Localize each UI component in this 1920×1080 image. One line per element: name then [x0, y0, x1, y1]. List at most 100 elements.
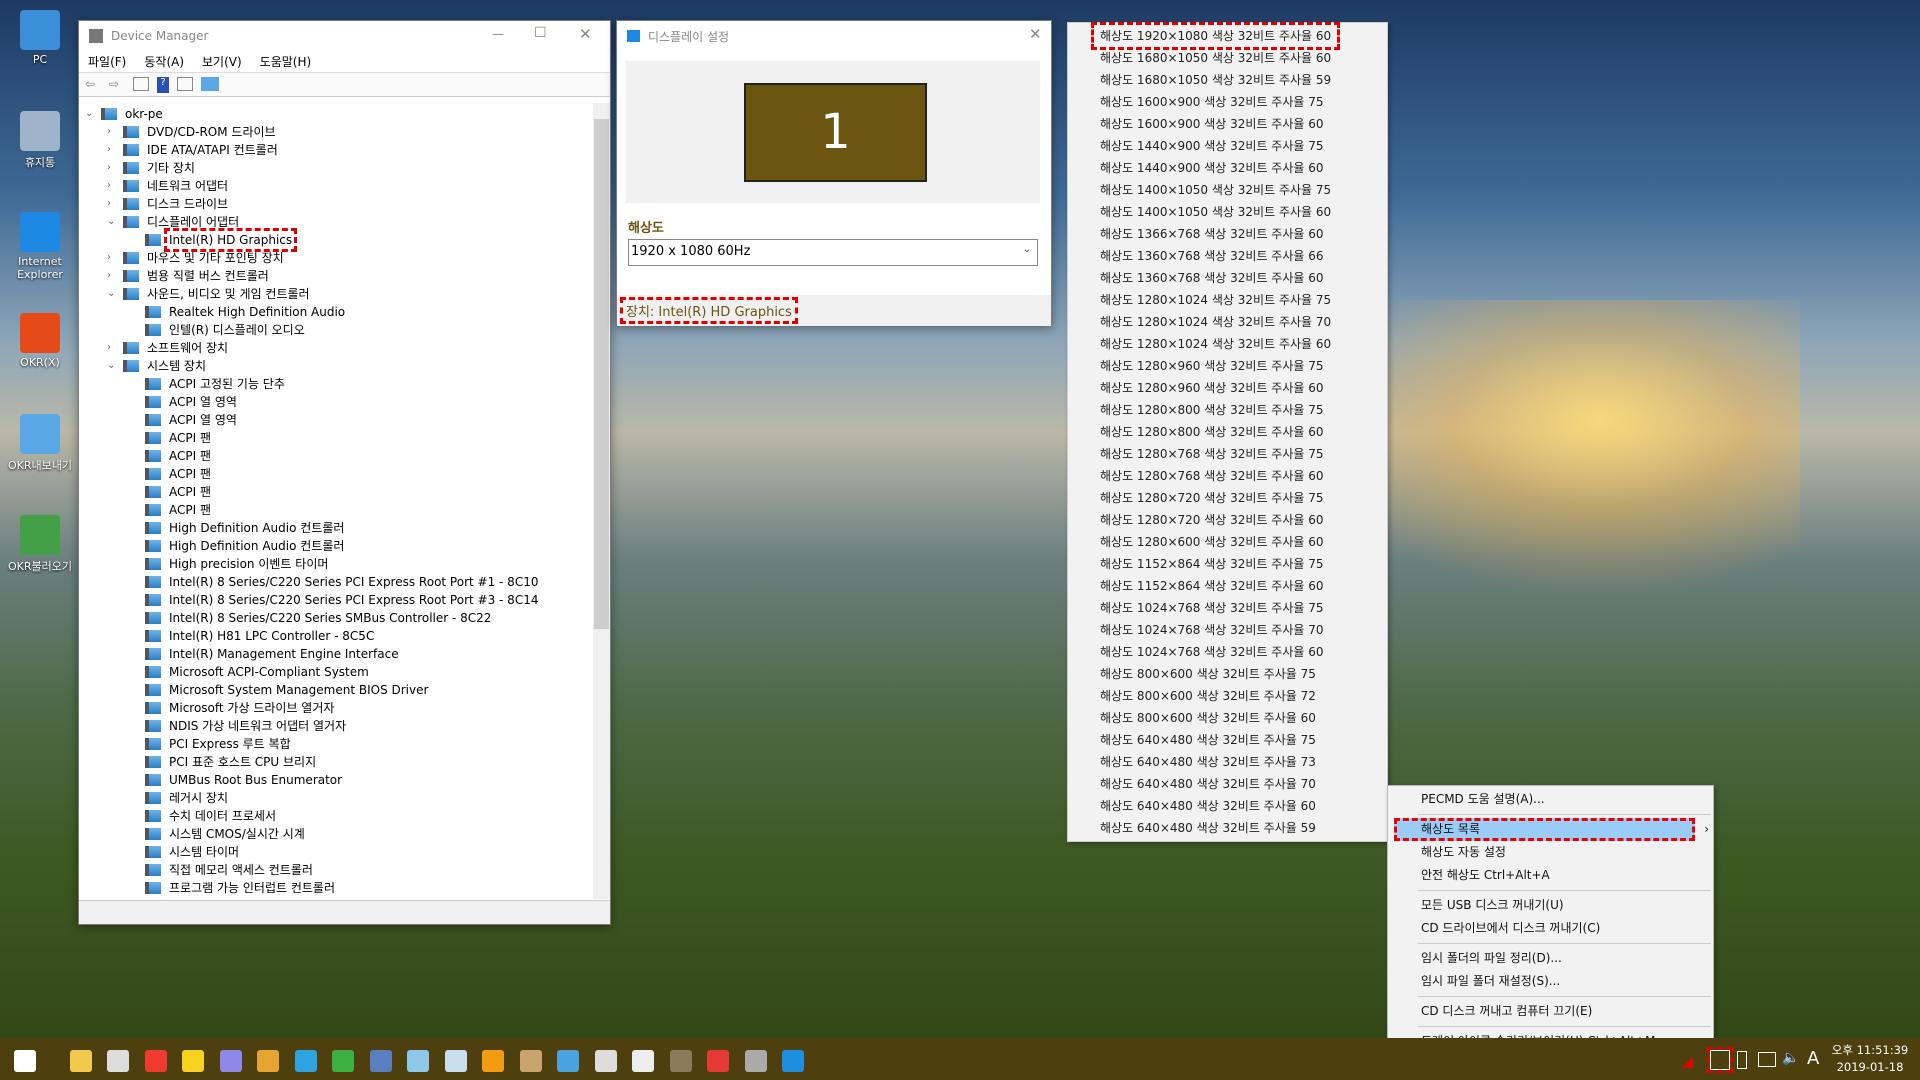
- grid-tool-icon[interactable]: [669, 1050, 692, 1072]
- context-menu-item[interactable]: 해상도 목록 ›: [1394, 818, 1709, 841]
- tree-node[interactable]: › 기타 장치: [79, 159, 589, 177]
- tree-node[interactable]: PCI Express 루트 복합: [79, 735, 589, 753]
- chevron-right-icon[interactable]: ›: [107, 195, 117, 213]
- help-icon[interactable]: ?: [157, 77, 169, 93]
- p-icon[interactable]: [482, 1050, 504, 1072]
- tree-node[interactable]: ACPI 팬: [79, 501, 589, 519]
- minimize-button[interactable]: —: [492, 27, 504, 41]
- resolution-option[interactable]: 해상도 640×480 색상 32비트 주사율 60: [1100, 795, 1316, 817]
- chevron-right-icon[interactable]: ›: [107, 249, 117, 267]
- chevron-down-icon[interactable]: ⌄: [107, 285, 117, 303]
- partition-icon[interactable]: [257, 1050, 279, 1072]
- close-button[interactable]: ✕: [579, 25, 592, 43]
- tools-icon[interactable]: [594, 1050, 617, 1072]
- tree-node[interactable]: Intel(R) H81 LPC Controller - 8C5C: [79, 627, 589, 645]
- butterfly-icon[interactable]: [294, 1050, 317, 1072]
- resolution-option[interactable]: 해상도 800×600 색상 32비트 주사율 75: [1100, 663, 1316, 685]
- desktop-icon[interactable]: OKR내보내기: [0, 414, 80, 473]
- installer-icon[interactable]: [519, 1050, 542, 1072]
- resolution-option[interactable]: 해상도 1280×768 색상 32비트 주사율 60: [1100, 465, 1324, 487]
- remote-icon[interactable]: [557, 1050, 579, 1072]
- tree-node[interactable]: Intel(R) Management Engine Interface: [79, 645, 589, 663]
- tree-node[interactable]: ACPI 팬: [79, 465, 589, 483]
- chevron-right-icon[interactable]: ›: [107, 141, 117, 159]
- resolution-option[interactable]: 해상도 1680×1050 색상 32비트 주사율 60: [1100, 47, 1331, 69]
- chevron-right-icon[interactable]: ›: [107, 267, 117, 285]
- checklist-icon[interactable]: [632, 1050, 654, 1072]
- tree-node[interactable]: › 범용 직렬 버스 컨트롤러: [79, 267, 589, 285]
- resolution-option[interactable]: 해상도 1400×1050 색상 32비트 주사율 75: [1100, 179, 1331, 201]
- desktop-icon[interactable]: OKR불러오기: [0, 515, 80, 574]
- context-menu-item[interactable]: CD 드라이브에서 디스크 꺼내기(C): [1388, 917, 1713, 940]
- menu-item[interactable]: 도움말(H): [260, 53, 312, 70]
- disk-icon[interactable]: [219, 1050, 242, 1072]
- context-menu-item[interactable]: 모든 USB 디스크 꺼내기(U): [1388, 894, 1713, 917]
- tree-node[interactable]: ⌄ 시스템 장치: [79, 357, 589, 375]
- chrome-like-icon[interactable]: [332, 1050, 354, 1072]
- tray-show-hidden-icon[interactable]: ◢: [1682, 1054, 1693, 1070]
- tray-pecmd-icon[interactable]: [1707, 1047, 1733, 1073]
- monitor-1[interactable]: 1: [744, 83, 927, 182]
- tree-node[interactable]: ⌄ 디스플레이 어댑터: [79, 213, 589, 231]
- chevron-down-icon[interactable]: ⌄: [107, 357, 117, 375]
- resolution-option[interactable]: 해상도 1280×960 색상 32비트 주사율 75: [1100, 355, 1324, 377]
- resolution-option[interactable]: 해상도 1280×720 색상 32비트 주사율 75: [1100, 487, 1324, 509]
- tree-node[interactable]: 직접 메모리 액세스 컨트롤러: [79, 861, 589, 879]
- tree-node[interactable]: UMBus Root Bus Enumerator: [79, 771, 589, 789]
- tree-node[interactable]: PCI 표준 호스트 CPU 브리지: [79, 753, 589, 771]
- tree-node[interactable]: ACPI 팬: [79, 483, 589, 501]
- forward-icon[interactable]: ⇨: [109, 77, 125, 91]
- media-icon[interactable]: [444, 1050, 467, 1072]
- context-menu-item[interactable]: 임시 폴더의 파일 정리(D)...: [1388, 947, 1713, 970]
- maximize-button[interactable]: ☐: [534, 25, 547, 41]
- resolution-option[interactable]: 해상도 1360×768 색상 32비트 주사율 60: [1100, 267, 1324, 289]
- scroll-thumb[interactable]: [594, 119, 609, 629]
- resolution-option[interactable]: 해상도 800×600 색상 32비트 주사율 60: [1100, 707, 1316, 729]
- resolution-option[interactable]: 해상도 640×480 색상 32비트 주사율 75: [1100, 729, 1316, 751]
- tree-node[interactable]: ACPI 열 영역: [79, 393, 589, 411]
- tree-node[interactable]: Intel(R) 8 Series/C220 Series PCI Expres…: [79, 573, 589, 591]
- desktop-icon[interactable]: OKR(X): [0, 313, 80, 369]
- tree-node[interactable]: Microsoft System Management BIOS Driver: [79, 681, 589, 699]
- scrollbar[interactable]: [593, 103, 610, 899]
- resolution-option[interactable]: 해상도 1280×768 색상 32비트 주사율 75: [1100, 443, 1324, 465]
- tree-node[interactable]: ACPI 열 영역: [79, 411, 589, 429]
- resolution-option[interactable]: 해상도 1280×720 색상 32비트 주사율 60: [1100, 509, 1324, 531]
- tree-node[interactable]: 시스템 CMOS/실시간 시계: [79, 825, 589, 843]
- device-manager-icon[interactable]: [744, 1050, 767, 1072]
- chevron-right-icon[interactable]: ›: [107, 339, 117, 357]
- tray-usb-icon[interactable]: [1737, 1051, 1747, 1069]
- resolution-option[interactable]: 해상도 1280×800 색상 32비트 주사율 75: [1100, 399, 1324, 421]
- context-menu-item[interactable]: PECMD 도움 설명(A)...: [1388, 788, 1713, 811]
- tree-node[interactable]: › 소프트웨어 장치: [79, 339, 589, 357]
- tray-network-icon[interactable]: [1758, 1052, 1776, 1067]
- tree-node[interactable]: Microsoft 가상 드라이브 열거자: [79, 699, 589, 717]
- tree-node[interactable]: Microsoft ACPI-Compliant System: [79, 663, 589, 681]
- resolution-option[interactable]: 해상도 1280×800 색상 32비트 주사율 60: [1100, 421, 1324, 443]
- network-tool-icon[interactable]: [369, 1050, 392, 1072]
- potplayer-icon[interactable]: [182, 1050, 204, 1072]
- tree-node[interactable]: High Definition Audio 컨트롤러: [79, 537, 589, 555]
- file-explorer-icon[interactable]: [69, 1050, 92, 1072]
- resolution-option[interactable]: 해상도 1280×960 색상 32비트 주사율 60: [1100, 377, 1324, 399]
- context-menu-item[interactable]: 안전 해상도 Ctrl+Alt+A: [1388, 864, 1713, 887]
- tree-node[interactable]: High Definition Audio 컨트롤러: [79, 519, 589, 537]
- desktop-icon[interactable]: Internet Explorer: [0, 212, 80, 281]
- tree-node[interactable]: 시스템 타이머: [79, 843, 589, 861]
- menu-item[interactable]: 동작(A): [144, 53, 184, 70]
- chevron-right-icon[interactable]: ›: [107, 159, 117, 177]
- resolution-option[interactable]: 해상도 1024×768 색상 32비트 주사율 70: [1100, 619, 1324, 641]
- tree-node[interactable]: Intel(R) 8 Series/C220 Series SMBus Cont…: [79, 609, 589, 627]
- start-icon[interactable]: [14, 1050, 36, 1072]
- tree-node[interactable]: Intel(R) 8 Series/C220 Series PCI Expres…: [79, 591, 589, 609]
- resolution-option[interactable]: 해상도 1152×864 색상 32비트 주사율 60: [1100, 575, 1324, 597]
- desktop-icon[interactable]: PC: [0, 10, 80, 66]
- tree-node[interactable]: › 마우스 및 기타 포인팅 장치: [79, 249, 589, 267]
- tree-node[interactable]: ACPI 팬: [79, 429, 589, 447]
- tree-node[interactable]: 레거시 장치: [79, 789, 589, 807]
- update-driver-icon[interactable]: [177, 77, 193, 91]
- resolution-option[interactable]: 해상도 1400×1050 색상 32비트 주사율 60: [1100, 201, 1331, 223]
- menu-item[interactable]: 보기(V): [202, 53, 242, 70]
- resolution-option[interactable]: 해상도 640×480 색상 32비트 주사율 70: [1100, 773, 1316, 795]
- tree-node[interactable]: ⌄ 사운드, 비디오 및 게임 컨트롤러: [79, 285, 589, 303]
